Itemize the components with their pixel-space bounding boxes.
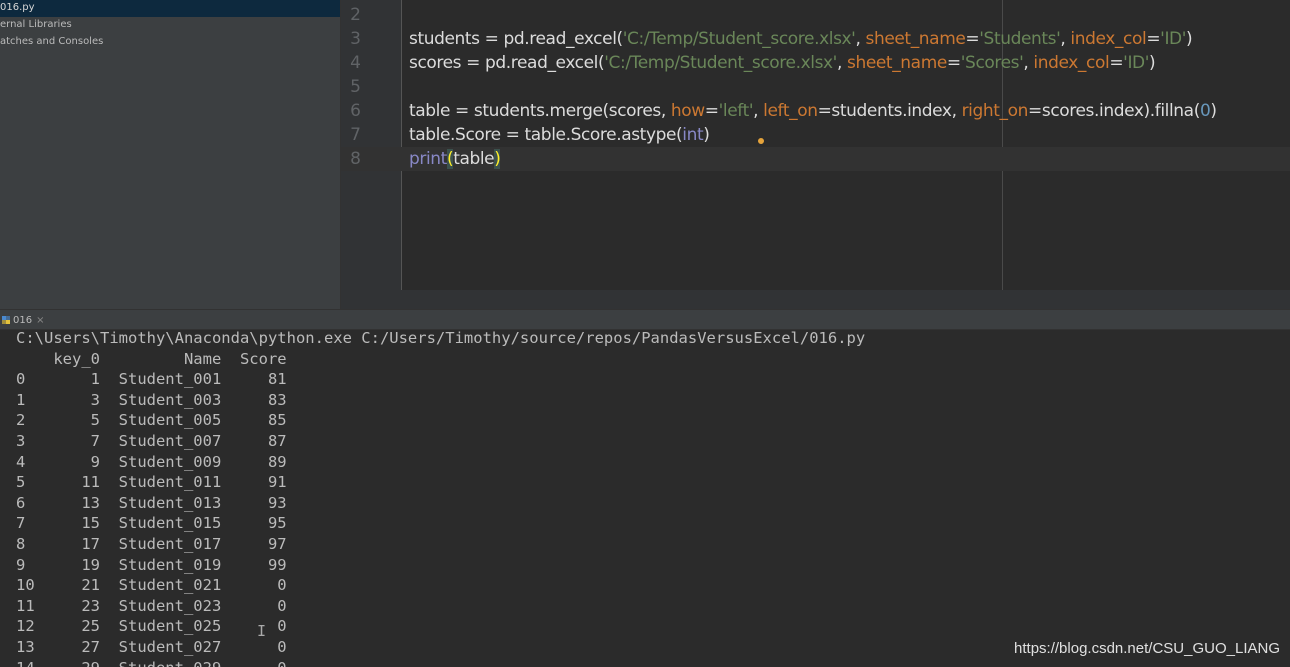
code-text[interactable]: table = students.merge(scores, how='left… — [409, 99, 1217, 123]
console-table-row: 1 3 Student_003 83 — [16, 390, 287, 409]
intention-bulb-icon[interactable] — [758, 138, 764, 144]
console-table-row: 4 9 Student_009 89 — [16, 452, 287, 471]
console-table-row: 10 21 Student_021 0 — [16, 576, 287, 595]
code-token: ) — [1186, 29, 1193, 49]
console-command: C:\Users\Timothy\Anaconda\python.exe C:/… — [16, 330, 866, 347]
console-table-row: 7 15 Student_015 95 — [16, 514, 287, 533]
run-tab-bar: 016 × — [0, 309, 1290, 330]
code-line[interactable]: 4 scores = pd.read_excel('C:/Temp/Student… — [341, 51, 1290, 75]
code-token: left_on — [763, 101, 818, 121]
code-token: 'Scores' — [960, 53, 1024, 73]
code-token: = — [1146, 29, 1161, 49]
code-text[interactable]: print(table) — [409, 147, 501, 171]
console-table-header: key_0 Name Score — [16, 349, 287, 368]
code-token: = — [965, 29, 980, 49]
code-token: =scores.index).fillna( — [1028, 101, 1200, 121]
close-icon[interactable]: × — [36, 315, 44, 326]
code-token: ) — [1149, 53, 1156, 73]
line-number: 2 — [350, 5, 361, 25]
code-token: = — [946, 53, 961, 73]
code-line[interactable]: 2 — [341, 3, 1290, 27]
code-token: , — [1060, 29, 1071, 49]
code-token: ) — [703, 125, 710, 145]
code-token: 'Students' — [979, 29, 1061, 49]
code-token: 'ID' — [1160, 29, 1187, 49]
console-table-row: 8 17 Student_017 97 — [16, 535, 287, 553]
code-text[interactable]: table.Score = table.Score.astype(int) — [409, 123, 710, 147]
code-line[interactable]: 7 table.Score = table.Score.astype(int) — [341, 123, 1290, 147]
console-table-row: 13 27 Student_027 0 — [16, 638, 287, 656]
code-token: , — [855, 29, 866, 49]
watermark: https://blog.csdn.net/CSU_GUO_LIANG — [1014, 640, 1280, 657]
code-token: sheet_name — [865, 29, 966, 49]
code-line[interactable]: 5 — [341, 75, 1290, 99]
code-token: 'C:/Temp/Student_score.xlsx' — [604, 53, 837, 73]
line-number: 3 — [350, 29, 361, 49]
console-table-row: 11 23 Student_023 0 — [16, 596, 287, 615]
line-number: 8 — [350, 149, 361, 169]
console-table-row: 5 11 Student_011 91 — [16, 473, 287, 492]
code-token: scores = pd.read_excel( — [409, 53, 605, 73]
project-tree: 016.py ernal Libraries atches and Consoles — [0, 0, 340, 51]
project-tree-item[interactable]: ernal Libraries — [0, 17, 340, 34]
code-token: , — [836, 53, 847, 73]
code-token: 'left' — [718, 101, 754, 121]
text-cursor-icon: I — [257, 622, 267, 640]
code-token: sheet_name — [846, 53, 947, 73]
code-token: ) — [1210, 101, 1217, 121]
code-line[interactable]: 6 table = students.merge(scores, how='lef… — [341, 99, 1290, 123]
code-token: index_col — [1070, 29, 1147, 49]
project-tree-item[interactable]: atches and Consoles — [0, 34, 340, 51]
code-token: how — [670, 101, 705, 121]
console-table-row: 3 7 Student_007 87 — [16, 432, 287, 450]
code-token: students = pd.read_excel( — [409, 29, 623, 49]
code-token: 'ID' — [1123, 53, 1150, 73]
console-table-row: 0 1 Student_001 81 — [16, 370, 287, 389]
console-table-row: 14 29 Student_029 0 — [16, 658, 287, 667]
run-tab-label: 016 — [13, 315, 33, 326]
project-tree-panel: 016.py ernal Libraries atches and Consoles — [0, 0, 341, 309]
line-number: 5 — [350, 77, 361, 97]
tab-run-016[interactable]: 016 × — [0, 312, 44, 329]
code-token: index_col — [1033, 53, 1110, 73]
code-token: right_on — [961, 101, 1029, 121]
code-line[interactable]: 8 print(table) — [341, 147, 1290, 171]
code-token: , — [753, 101, 764, 121]
code-line[interactable]: 3 students = pd.read_excel('C:/Temp/Stude… — [341, 27, 1290, 51]
code-token: ) — [494, 149, 501, 169]
line-number: 6 — [350, 101, 361, 121]
line-number: 4 — [350, 53, 361, 73]
code-token: 'C:/Temp/Student_score.xlsx' — [622, 29, 856, 49]
console-table-row: 2 5 Student_005 85 — [16, 411, 287, 430]
code-text[interactable]: students = pd.read_excel('C:/Temp/Studen… — [409, 27, 1193, 51]
code-token: = — [704, 101, 719, 121]
console-table-row: 6 13 Student_013 93 — [16, 493, 287, 512]
project-tree-item[interactable]: 016.py — [0, 0, 340, 17]
code-token: int — [682, 125, 704, 145]
code-token: table = students.merge(scores, — [409, 101, 671, 121]
console-table-row: 9 19 Student_019 99 — [16, 555, 287, 574]
line-number: 7 — [350, 125, 361, 145]
console-table-row: 12 25 Student_025 0 — [16, 617, 287, 636]
python-file-icon — [2, 316, 10, 324]
code-editor[interactable]: 2 3 students = pd.read_excel('C:/Temp/Stud… — [341, 0, 1290, 290]
code-token: , — [1023, 53, 1034, 73]
code-token: = — [1109, 53, 1124, 73]
code-token: table — [453, 149, 495, 169]
code-token: print — [409, 149, 447, 169]
code-text[interactable]: scores = pd.read_excel('C:/Temp/Student_… — [409, 51, 1156, 75]
editor-scroll-area — [341, 290, 1290, 309]
code-token: 0 — [1199, 101, 1211, 121]
code-token: =students.index, — [817, 101, 962, 121]
code-token: table.Score = table.Score.astype( — [409, 125, 683, 145]
run-console-output[interactable]: C:\Users\Timothy\Anaconda\python.exe C:/… — [0, 330, 1290, 667]
